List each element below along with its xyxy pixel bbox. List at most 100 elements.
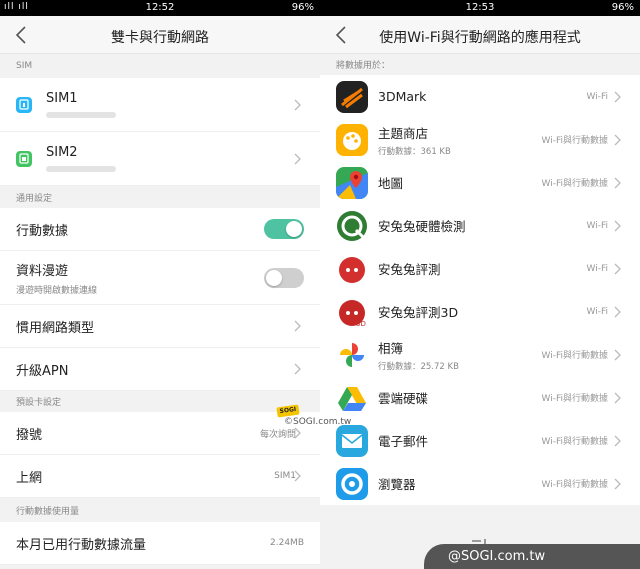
section-header-sim: SIM xyxy=(0,54,320,78)
drive-icon xyxy=(336,381,368,414)
dual-sim-settings-screen: ıll ıll 12:52 96% 雙卡與行動網路 SIM SIM1 SIM2 … xyxy=(0,0,320,569)
app-name: 3DMark xyxy=(378,89,427,104)
app-name: 安兔兔評測 xyxy=(378,262,441,277)
chevron-right-icon xyxy=(614,177,621,188)
redacted-number xyxy=(46,112,116,118)
network-type: Wi-Fi與行動數據 xyxy=(541,394,608,404)
battery-level: 96% xyxy=(291,2,314,13)
roaming-sublabel: 漫遊時開啟數據連線 xyxy=(16,285,98,296)
sim1-label: SIM1 xyxy=(46,91,78,106)
chevron-right-icon xyxy=(294,470,301,482)
mobile-data-row[interactable]: 行動數據 xyxy=(0,208,320,251)
mobile-data-label: 行動數據 xyxy=(16,223,69,239)
app-row[interactable]: 電子郵件 Wi-Fi與行動數據 xyxy=(320,419,640,462)
upgrade-apn-label: 升級APN xyxy=(16,363,69,379)
browser-icon xyxy=(336,467,368,500)
app-row[interactable]: 瀏覽器 Wi-Fi與行動數據 xyxy=(320,462,640,505)
data-roaming-toggle[interactable] xyxy=(264,267,304,288)
email-icon xyxy=(336,424,368,457)
app-header: 雙卡與行動網路 xyxy=(0,16,320,54)
chevron-right-icon xyxy=(614,134,621,145)
3dmark-icon xyxy=(336,80,368,113)
page-title: 雙卡與行動網路 xyxy=(111,30,209,46)
chevron-right-icon xyxy=(614,91,621,102)
page-title: 使用Wi-Fi與行動網路的應用程式 xyxy=(379,30,581,46)
app-row[interactable]: 安兔兔硬體檢測 Wi-Fi xyxy=(320,204,640,247)
chevron-right-icon xyxy=(614,263,621,274)
chevron-right-icon xyxy=(294,153,301,164)
chevron-right-icon xyxy=(614,349,621,360)
network-type: Wi-Fi xyxy=(586,306,608,317)
app-row[interactable]: 雲端硬碟 Wi-Fi與行動數據 xyxy=(320,376,640,419)
watermark-text: ©SOGI.com.tw xyxy=(284,417,352,427)
app-name: 安兔兔評測3D xyxy=(378,305,459,320)
app-row[interactable]: 主題商店 行動數據：361 KB Wi-Fi與行動數據 xyxy=(320,118,640,161)
network-type: Wi-Fi與行動數據 xyxy=(541,351,608,361)
app-header: 使用Wi-Fi與行動網路的應用程式 xyxy=(320,16,640,54)
chevron-right-icon xyxy=(294,320,301,332)
sim2-label: SIM2 xyxy=(46,145,78,160)
antutu-benchmark-icon xyxy=(336,252,368,285)
section-header-default-card: 預設卡設定 xyxy=(0,391,320,412)
internet-row[interactable]: 上網 SIM1 xyxy=(0,455,320,498)
dial-label: 撥號 xyxy=(16,427,43,443)
app-row[interactable]: 地圖 Wi-Fi與行動數據 xyxy=(320,161,640,204)
dial-row[interactable]: 撥號 每次詢問 xyxy=(0,412,320,455)
app-row[interactable]: 3DMark Wi-Fi xyxy=(320,75,640,118)
photos-icon xyxy=(336,338,368,371)
app-usage: 行動數據：361 KB xyxy=(378,146,451,157)
monthly-usage-value: 2.24MB xyxy=(270,538,304,548)
chevron-right-icon xyxy=(614,392,621,403)
app-row[interactable]: 3D 安兔兔評測3D Wi-Fi xyxy=(320,290,640,333)
network-type: Wi-Fi與行動數據 xyxy=(541,136,608,146)
internet-label: 上網 xyxy=(16,470,43,486)
monthly-usage-label: 本月已用行動數據流量 xyxy=(16,537,147,553)
section-header-data-use: 將數據用於： xyxy=(320,54,640,75)
chevron-right-icon xyxy=(614,435,621,446)
network-type: Wi-Fi xyxy=(586,263,608,274)
section-header-usage: 行動數據使用量 xyxy=(0,498,320,522)
preferred-network-label: 慣用網路類型 xyxy=(16,320,95,336)
internet-value: SIM1 xyxy=(274,471,296,481)
upgrade-apn-row[interactable]: 升級APN xyxy=(0,348,320,391)
app-usage: 行動數據：25.72 KB xyxy=(378,361,459,372)
network-type: Wi-Fi與行動數據 xyxy=(541,437,608,447)
app-row[interactable]: 安兔兔評測 Wi-Fi xyxy=(320,247,640,290)
dial-value: 每次詢問 xyxy=(259,429,296,440)
redacted-number xyxy=(46,166,116,172)
chevron-right-icon xyxy=(294,427,301,439)
app-name: 瀏覽器 xyxy=(378,477,416,492)
app-name: 雲端硬碟 xyxy=(378,391,429,406)
chevron-right-icon xyxy=(614,220,621,231)
monthly-usage-row[interactable]: 本月已用行動數據流量 2.24MB xyxy=(0,522,320,565)
app-row[interactable]: 相簿 行動數據：25.72 KB Wi-Fi與行動數據 xyxy=(320,333,640,376)
chevron-right-icon xyxy=(614,478,621,489)
antutu-3d-icon: 3D xyxy=(336,295,368,328)
network-type: Wi-Fi與行動數據 xyxy=(541,179,608,189)
theme-store-icon xyxy=(336,123,368,156)
app-name: 安兔兔硬體檢測 xyxy=(378,219,466,234)
mobile-data-toggle[interactable] xyxy=(264,219,304,239)
status-bar: 12:53 96% xyxy=(320,0,640,16)
chevron-right-icon xyxy=(294,99,301,110)
apps-network-screen: 12:53 96% 使用Wi-Fi與行動網路的應用程式 將數據用於： 3DMar… xyxy=(320,0,640,569)
app-name: 相簿 xyxy=(378,340,404,356)
roaming-label: 資料漫遊 xyxy=(16,263,69,279)
watermark-banner: @SOGI.com.tw xyxy=(424,544,640,569)
preferred-network-row[interactable]: 慣用網路類型 xyxy=(0,305,320,348)
app-list: 3DMark Wi-Fi 主題商店 行動數據：361 KB Wi-Fi與行動數據… xyxy=(320,75,640,505)
status-time: 12:53 xyxy=(465,2,495,13)
status-bar: ıll ıll 12:52 96% xyxy=(0,0,320,16)
network-type: Wi-Fi xyxy=(586,91,608,102)
battery-level: 96% xyxy=(611,2,634,13)
chevron-right-icon xyxy=(294,363,301,375)
sim-card-icon xyxy=(16,96,32,113)
app-name: 電子郵件 xyxy=(378,434,429,449)
app-name: 主題商店 xyxy=(378,125,429,141)
sim1-row[interactable]: SIM1 xyxy=(0,78,320,132)
data-roaming-row[interactable]: 資料漫遊 漫遊時開啟數據連線 xyxy=(0,251,320,305)
sim2-row[interactable]: SIM2 xyxy=(0,132,320,186)
maps-icon xyxy=(336,166,368,199)
sim-card-icon xyxy=(16,150,32,167)
network-type: Wi-Fi xyxy=(586,220,608,231)
